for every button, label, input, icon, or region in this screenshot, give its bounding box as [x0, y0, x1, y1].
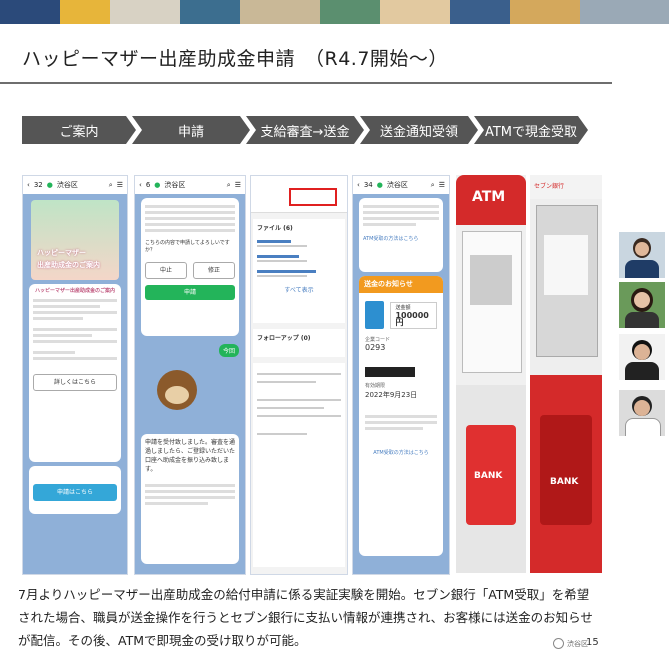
details-link-button[interactable]: 詳しくはこちら: [33, 374, 117, 391]
show-all-link[interactable]: すべて表示: [257, 285, 341, 294]
company-code-value: 0293: [365, 343, 386, 352]
apply-message: 申請はこちら: [29, 466, 121, 514]
back-icon[interactable]: ‹: [139, 181, 142, 189]
atm-photo-right: セブン銀行 BANK: [530, 175, 602, 573]
fix-button[interactable]: 修正: [193, 262, 235, 279]
unread-count: 34: [363, 181, 373, 189]
step-review-transfer: 支給審査→送金: [246, 116, 364, 144]
footer-logo: 渋谷区: [553, 638, 588, 649]
file-section-title: ファイル (6): [257, 225, 293, 232]
menu-icon[interactable]: ☰: [235, 181, 241, 189]
atm-method-link[interactable]: ATM受取の方法はこちら: [365, 450, 437, 457]
participant-tile-3[interactable]: [619, 334, 665, 380]
process-steps: ご案内 申請 支給審査→送金 送金通知受領 ATMで現金受取: [22, 116, 588, 144]
shibuya-logo-icon: [553, 638, 564, 649]
search-icon[interactable]: ⌕: [109, 181, 113, 190]
account-name: 渋谷区: [164, 181, 186, 189]
seven-bank-label: セブン銀行: [534, 183, 565, 190]
verified-icon: ●: [46, 181, 53, 189]
verified-icon: ●: [154, 181, 161, 189]
phone-review-screen: ファイル (6) すべて表示 フォローアップ (0): [250, 175, 348, 575]
phone-apply-screen: ‹ 6 ● 渋谷区 ⌕ ☰ こちらの内容で申請してよろしいですか？ 中止 修正 …: [134, 175, 246, 575]
chat-header: ‹ 6 ● 渋谷区 ⌕ ☰: [135, 176, 245, 194]
highlight-box: [289, 188, 337, 206]
atm-method-link-top[interactable]: ATM受取の方法はこちら: [363, 236, 439, 243]
review-toolbar: [251, 176, 347, 213]
slide-caption: 7月よりハッピーマザー出産助成金の給付申請に係る実証実験を開始。セブン銀行「AT…: [18, 587, 593, 648]
account-name: 渋谷区: [386, 181, 408, 189]
atm-photo-left: ATM BANK: [456, 175, 526, 573]
activity-panel: [253, 363, 345, 567]
step-notice: 送金通知受領: [360, 116, 478, 144]
transfer-notice-card: 送金のお知らせ 送金額 100000円 企業コード 0293 有効期限 2022…: [359, 276, 443, 556]
atm-icon: [365, 301, 385, 329]
search-icon[interactable]: ⌕: [431, 181, 435, 190]
participant-tile-4[interactable]: [619, 390, 665, 436]
top-banner: [0, 0, 669, 24]
footer-logo-text: 渋谷区: [567, 639, 588, 648]
notice-title: 送金のお知らせ: [359, 276, 443, 293]
unread-count: 32: [33, 181, 43, 189]
followup-panel: フォローアップ (0): [253, 329, 345, 357]
done-text: 申請を受付致しました。審査を通過しましたら、ご登録いただいた口座へ助成金を振り込…: [145, 439, 236, 473]
followup-section-title: フォローアップ (0): [257, 335, 311, 342]
banner-image: ハッピーマザー 出産助成金のご案内: [31, 200, 119, 280]
done-message: 申請を受付致しました。審査を通過しましたら、ご登録いただいた口座へ助成金を振り込…: [141, 434, 239, 564]
menu-icon[interactable]: ☰: [117, 181, 123, 189]
participant-tile-1[interactable]: [619, 232, 665, 278]
amount-value: 100000円: [395, 310, 429, 327]
verified-icon: ●: [376, 181, 383, 189]
account-name: 渋谷区: [56, 181, 78, 189]
step-guide: ご案内: [22, 116, 136, 144]
slide-title: ハッピーマザー出産助成金申請 （R4.7開始～）: [22, 48, 448, 70]
date-label: 有効期限: [365, 383, 386, 389]
search-icon[interactable]: ⌕: [227, 181, 231, 190]
sent-bubble: 今回: [218, 344, 239, 357]
submit-button[interactable]: 申請: [145, 285, 235, 300]
page-number: 15: [586, 637, 599, 648]
date-value: 2022年9月23日: [365, 391, 418, 399]
chat-header: ‹ 34 ● 渋谷区 ⌕ ☰: [353, 176, 449, 194]
back-icon[interactable]: ‹: [357, 181, 360, 189]
confirm-message: こちらの内容で申請してよろしいですか？ 中止 修正 申請: [141, 198, 239, 336]
unread-count: 6: [145, 181, 151, 189]
banner-title-2: 出産助成金のご案内: [37, 261, 100, 269]
guide-message: ハッピーマザー出産助成金のご案内 詳しくはこちら: [29, 284, 121, 462]
redacted-number: [365, 367, 416, 377]
banner-title-1: ハッピーマザー: [37, 249, 86, 257]
step-atm-receive: ATMで現金受取: [474, 116, 588, 144]
cancel-button[interactable]: 中止: [145, 262, 187, 279]
info-message: ATM受取の方法はこちら: [359, 198, 443, 272]
step-apply: 申請: [132, 116, 250, 144]
title-divider: [0, 82, 612, 84]
confirm-text: こちらの内容で申請してよろしいですか？: [145, 240, 230, 253]
participant-tile-2[interactable]: [619, 282, 665, 328]
phone-guide-screen: ‹ 32 ● 渋谷区 ⌕ ☰ ハッピーマザー 出産助成金のご案内 ハッピーマザー…: [22, 175, 128, 575]
atm-brand-label: ATM: [472, 189, 506, 205]
bear-sticker: 今回: [135, 340, 245, 430]
file-panel: ファイル (6) すべて表示: [253, 219, 345, 323]
chat-header: ‹ 32 ● 渋谷区 ⌕ ☰: [23, 176, 127, 194]
apply-button[interactable]: 申請はこちら: [33, 484, 117, 501]
atm-bank-label-right: BANK: [550, 477, 579, 487]
phone-notice-screen: ‹ 34 ● 渋谷区 ⌕ ☰ ATM受取の方法はこちら 送金のお知らせ 送金額 …: [352, 175, 450, 575]
back-icon[interactable]: ‹: [27, 181, 30, 189]
atm-bank-label-left: BANK: [474, 471, 503, 481]
guide-heading: ハッピーマザー出産助成金のご案内: [34, 288, 115, 294]
menu-icon[interactable]: ☰: [439, 181, 445, 189]
